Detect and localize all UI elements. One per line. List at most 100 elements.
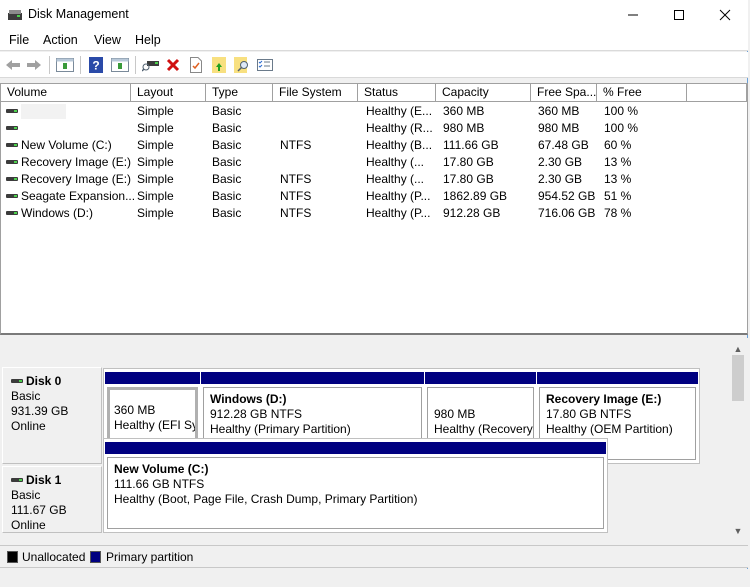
- volume-row[interactable]: Recovery Image (E:) Simple Basic NTFS Health…: [1, 171, 747, 188]
- cell-free: 954.52 GB: [538, 189, 596, 203]
- cell-type: Basic: [212, 172, 242, 186]
- cell-volume: [6, 120, 21, 137]
- cell-capacity: 111.66 GB: [443, 138, 499, 152]
- menu-action[interactable]: Action: [41, 33, 80, 47]
- maximize-button[interactable]: [656, 0, 702, 30]
- toolbar-separator: [80, 56, 81, 74]
- column-header-volume[interactable]: Volume: [1, 84, 131, 101]
- partition-name: New Volume (C:): [114, 462, 209, 476]
- volume-name: New Volume (C:): [21, 138, 112, 152]
- show-hide-action-pane-button[interactable]: [110, 56, 130, 74]
- help-button[interactable]: ?: [86, 56, 106, 74]
- properties-button[interactable]: [186, 56, 206, 74]
- checklist-icon: [257, 59, 273, 71]
- cell-fs: NTFS: [280, 172, 312, 186]
- cell-pct: 100 %: [604, 121, 639, 135]
- menu-help[interactable]: Help: [133, 33, 163, 47]
- cell-free: 716.06 GB: [538, 206, 596, 220]
- column-header-capacity[interactable]: Capacity: [436, 84, 531, 101]
- column-header-free-space[interactable]: Free Spa...: [531, 84, 597, 101]
- volume-disk-icon: [6, 210, 18, 215]
- cell-free: 67.48 GB: [538, 138, 589, 152]
- disk-connect-icon: [142, 61, 159, 72]
- cell-free: 2.30 GB: [538, 155, 583, 169]
- disk-pane-scrollbar[interactable]: ▲ ▼: [730, 340, 746, 538]
- cell-layout: Simple: [137, 121, 174, 135]
- svg-text:?: ?: [92, 59, 99, 73]
- menu-file[interactable]: File: [7, 33, 31, 47]
- volume-row[interactable]: Simple Basic Healthy (E... 360 MB 360 MB 100 …: [1, 103, 747, 120]
- partition-status: Healthy (EFI Sys: [114, 418, 198, 432]
- disk-1-name: Disk 1: [11, 473, 101, 488]
- help-icon: ?: [89, 57, 103, 73]
- settings-list-button[interactable]: [255, 56, 275, 74]
- connect-disk-button[interactable]: [141, 56, 161, 74]
- volume-disk-icon: [6, 159, 18, 164]
- title-bar: Disk Management: [0, 0, 748, 30]
- toolbar: ?: [0, 52, 748, 78]
- close-button[interactable]: [702, 0, 748, 30]
- cell-pct: 13 %: [604, 155, 632, 169]
- column-header-file-system[interactable]: File System: [273, 84, 358, 101]
- forward-button[interactable]: [24, 56, 44, 74]
- column-header-percent-free[interactable]: % Free: [597, 84, 687, 101]
- volume-disk-icon: [6, 193, 18, 198]
- legend: Unallocated Primary partition: [0, 545, 748, 568]
- volume-row[interactable]: Recovery Image (E:) Simple Basic Healthy (.…: [1, 154, 747, 171]
- column-header-layout[interactable]: Layout: [131, 84, 206, 101]
- cell-layout: Simple: [137, 172, 174, 186]
- delete-button[interactable]: [163, 56, 183, 74]
- disk-1-state: Online: [11, 518, 46, 532]
- cell-type: Basic: [212, 121, 242, 135]
- volume-row[interactable]: Seagate Expansion... Simple Basic NTFS Healt…: [1, 188, 747, 205]
- partition-size: 17.80 GB NTFS: [546, 407, 632, 421]
- volume-name: Seagate Expansion...: [21, 189, 136, 203]
- partition-status: Healthy (Boot, Page File, Crash Dump, Pr…: [114, 492, 418, 506]
- close-icon: [719, 9, 731, 21]
- folder-search-icon: [234, 57, 248, 73]
- cell-pct: 60 %: [604, 138, 632, 152]
- volume-name: Recovery Image (E:): [21, 155, 132, 169]
- column-header-type[interactable]: Type: [206, 84, 273, 101]
- action-pane-icon: [111, 58, 129, 72]
- disk-0-info[interactable]: Disk 0 Basic 931.39 GB Online: [2, 367, 102, 464]
- volume-name: Windows (D:): [21, 206, 94, 220]
- cell-pct: 100 %: [604, 104, 639, 118]
- primary-partition-bar: [201, 372, 424, 384]
- disk-0-name: Disk 0: [11, 374, 101, 389]
- menu-view[interactable]: View: [92, 33, 123, 47]
- back-button[interactable]: [3, 56, 23, 74]
- scrollbar-thumb[interactable]: [732, 355, 744, 401]
- cell-layout: Simple: [137, 155, 174, 169]
- partition-size: 111.66 GB NTFS: [114, 477, 205, 491]
- minimize-button[interactable]: [610, 0, 656, 30]
- column-header-status[interactable]: Status: [358, 84, 436, 101]
- open-button[interactable]: [209, 56, 229, 74]
- volume-list-header: Volume Layout Type File System Status Ca…: [1, 84, 747, 102]
- partition-new-volume-c[interactable]: New Volume (C:) 111.66 GB NTFS Healthy (…: [105, 442, 606, 531]
- show-hide-console-tree-button[interactable]: [55, 56, 75, 74]
- back-arrow-icon: [6, 60, 20, 70]
- cell-layout: Simple: [137, 189, 174, 203]
- disk-1-partitions: New Volume (C:) 111.66 GB NTFS Healthy (…: [103, 438, 608, 533]
- volume-name: Recovery Image (E:): [21, 172, 132, 186]
- cell-fs: NTFS: [280, 138, 312, 152]
- console-tree-icon: [56, 58, 74, 72]
- volume-disk-icon: [6, 125, 18, 130]
- scroll-up-arrow-icon[interactable]: ▲: [730, 342, 746, 356]
- toolbar-separator: [49, 56, 50, 74]
- cell-status: Healthy (E...: [366, 104, 433, 118]
- disk-1-info[interactable]: Disk 1 Basic 111.67 GB Online: [2, 466, 102, 533]
- disk-management-app-icon: [8, 10, 22, 20]
- partition-name: Windows (D:): [210, 392, 287, 406]
- primary-partition-bar: [105, 372, 200, 384]
- volume-row[interactable]: New Volume (C:) Simple Basic NTFS Healthy (B…: [1, 137, 747, 154]
- cell-free: 980 MB: [538, 121, 580, 135]
- scroll-down-arrow-icon[interactable]: ▼: [730, 524, 746, 538]
- disk-0-size: 931.39 GB: [11, 404, 69, 418]
- volume-row[interactable]: Simple Basic Healthy (R... 980 MB 980 MB 100 …: [1, 120, 747, 137]
- explore-button[interactable]: [232, 56, 252, 74]
- volume-disk-icon: [6, 142, 18, 147]
- cell-status: Healthy (...: [366, 155, 425, 169]
- volume-row[interactable]: Windows (D:) Simple Basic NTFS Healthy (P...…: [1, 205, 747, 222]
